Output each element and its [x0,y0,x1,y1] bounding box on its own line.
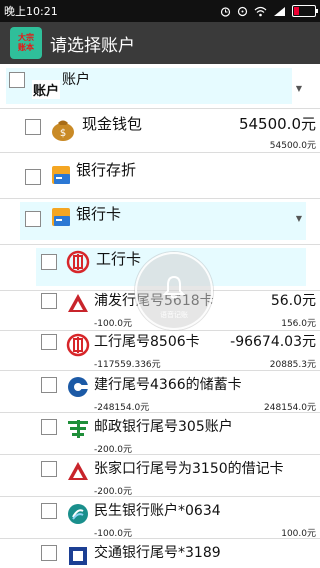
list-item[interactable]: 建行尾号4366的储蓄卡 -248154.0元 248154.0元 [0,370,320,413]
chevron-down-icon[interactable]: ▼ [296,214,302,223]
status-bar: 晚上10:21 [0,0,320,22]
title-bar: 大宗 账本 请选择账户 [0,22,320,64]
voice-bookkeeping-button[interactable]: 语音记账 [135,252,213,330]
checkbox[interactable] [25,119,41,135]
checkbox[interactable] [41,503,57,519]
checkbox[interactable] [25,169,41,185]
account-balance: 54500.0元 [238,115,316,133]
status-time: 晚上10:21 [4,5,58,18]
status-icons [220,5,318,17]
list-item[interactable]: 邮政银行尾号305账户 -200.0元 [0,412,320,455]
account-name: 邮政银行尾号305账户 [94,419,233,435]
account-root-label: 账户 [62,72,90,88]
checkbox[interactable] [25,211,41,227]
signal-icon [274,6,285,16]
account-name: 银行卡 [76,205,122,223]
account-balance: 56.0元 [270,293,316,309]
account-sub-right: 54500.0元 [269,141,316,151]
account-name: 工行卡 [96,250,142,268]
checkbox[interactable] [41,334,57,350]
app-logo-text-2: 账本 [18,43,34,52]
account-name: 张家口行尾号为3150的借记卡 [94,461,284,477]
list-item[interactable]: 交通银行尾号*3189 [0,538,320,568]
timer-icon [237,6,248,16]
spdb-logo-icon [68,294,88,312]
account-root-row[interactable]: 账户 账户 ▼ [0,64,320,108]
svg-text:$: $ [60,128,66,139]
bankbook-icon [52,166,70,184]
battery-icon [292,5,318,17]
checkbox[interactable] [41,419,57,435]
cmbc-logo-icon [68,504,88,524]
app-logo-icon: 大宗 账本 [10,27,42,59]
account-balance: -96674.03元 [230,334,316,350]
wifi-icon [254,6,267,16]
account-sub-left: -100.0元 [94,319,133,329]
zjk-bank-logo-icon [68,462,88,480]
account-name: 银行存折 [76,161,137,179]
account-sub-left: -117559.336元 [94,360,161,370]
bocom-logo-icon [69,547,87,565]
bank-card-icon [52,208,70,226]
list-item[interactable]: 民生银行账户*0634 -100.0元 100.0元 [0,496,320,539]
app-logo-text-1: 大宗 [18,33,34,42]
alarm-icon [220,6,231,17]
account-name: 交通银行尾号*3189 [94,545,221,561]
page-title: 请选择账户 [50,35,135,56]
list-item[interactable]: 银行卡 ▼ [0,198,320,244]
icbc-logo-icon [66,250,90,274]
account-name: 民生银行账户*0634 [94,503,221,519]
checkbox[interactable] [41,377,57,393]
account-name: 现金钱包 [82,115,143,133]
checkbox[interactable] [41,293,57,309]
checkbox[interactable] [9,72,25,88]
account-name: 工行尾号8506卡 [94,334,200,350]
list-item[interactable]: $ 现金钱包 54500.0元 54500.0元 [0,108,320,152]
voice-bookkeeping-label: 语音记账 [160,311,188,319]
account-sub-right: 156.0元 [281,319,316,329]
checkbox[interactable] [41,461,57,477]
list-item[interactable]: 银行存折 [0,152,320,198]
checkbox[interactable] [41,545,57,561]
icbc-logo-icon [66,333,90,357]
account-name: 建行尾号4366的储蓄卡 [94,377,242,393]
list-item[interactable]: 工行尾号8506卡 -96674.03元 -117559.336元 20885.… [0,330,320,372]
money-bag-icon: $ [52,120,74,141]
account-root-tag: 账户 [32,80,61,99]
checkbox[interactable] [41,254,57,270]
list-item[interactable]: 张家口行尾号为3150的借记卡 -200.0元 [0,454,320,497]
psbc-logo-icon [68,420,88,438]
ccb-logo-icon [68,377,88,397]
bell-icon [163,275,185,299]
chevron-down-icon[interactable]: ▼ [296,84,302,93]
account-sub-right: 20885.3元 [269,360,316,370]
account-list: 账户 账户 ▼ $ 现金钱包 54500.0元 54500.0元 银行存折 银行… [0,64,320,568]
